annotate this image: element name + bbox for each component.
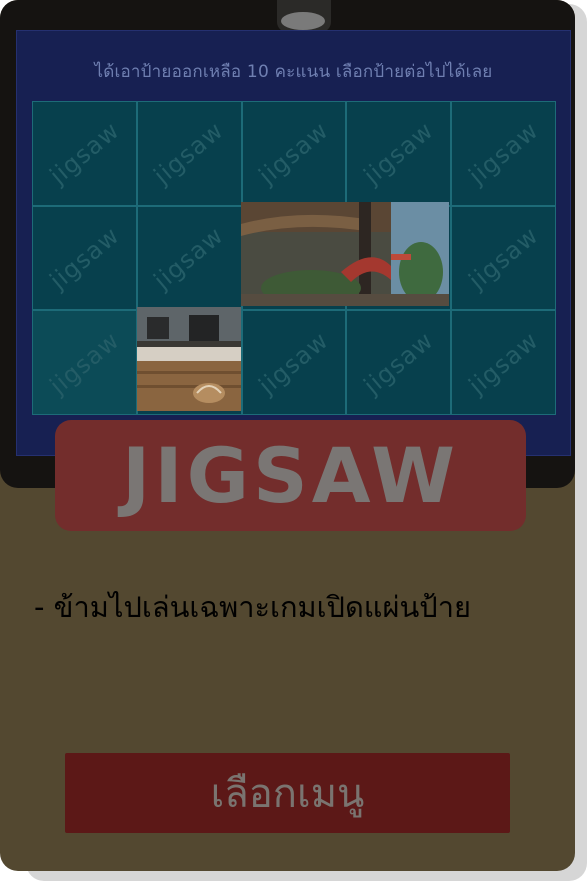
tile-watermark: jigsaw [253, 116, 335, 191]
game-screen-frame: ได้เอาป้ายออกเหลือ 10 คะแนน เลือกป้ายต่อ… [0, 0, 575, 488]
tile-11[interactable]: jigsaw [33, 311, 136, 414]
tile-watermark: jigsaw [358, 116, 439, 191]
tile-watermark: jigsaw [463, 325, 544, 400]
game-status-text: ได้เอาป้ายออกเหลือ 10 คะแนน เลือกป้ายต่อ… [94, 62, 493, 82]
tile-14[interactable]: jigsaw [347, 311, 451, 414]
tile-watermark: jigsaw [44, 325, 125, 400]
tile-watermark: jigsaw [463, 116, 544, 191]
tile-6[interactable]: jigsaw [33, 206, 136, 310]
tile-10[interactable]: jigsaw [452, 206, 555, 310]
tile-watermark: jigsaw [253, 325, 335, 400]
revealed-photo-counter [137, 307, 241, 411]
tile-watermark: jigsaw [44, 116, 125, 191]
revealed-photo-waterpark [241, 202, 449, 306]
tile-2[interactable]: jigsaw [137, 102, 241, 205]
tile-5[interactable]: jigsaw [452, 102, 555, 205]
game-panel: ได้เอาป้ายออกเหลือ 10 คะแนน เลือกป้ายต่อ… [16, 30, 571, 456]
tile-watermark: jigsaw [44, 221, 125, 295]
camera-icon [281, 12, 325, 30]
category-description: - ข้ามไปเล่นเฉพาะเกมเปิดแผ่นป้าย [34, 590, 471, 624]
tile-3[interactable]: jigsaw [242, 102, 346, 205]
tile-watermark: jigsaw [149, 116, 230, 191]
tile-4[interactable]: jigsaw [347, 102, 451, 205]
tile-watermark: jigsaw [149, 221, 230, 295]
tile-1[interactable]: jigsaw [33, 102, 136, 205]
category-title: JIGSAW [122, 431, 459, 520]
tile-7[interactable]: jigsaw [137, 206, 241, 310]
tile-watermark: jigsaw [463, 221, 544, 295]
select-menu-button[interactable]: เลือกเมนู [65, 753, 510, 833]
game-dialog-card: ได้เอาป้ายออกเหลือ 10 คะแนน เลือกป้ายต่อ… [0, 0, 575, 871]
category-label-box: JIGSAW [55, 420, 526, 531]
tile-15[interactable]: jigsaw [452, 311, 555, 414]
tile-watermark: jigsaw [358, 325, 439, 400]
tile-13[interactable]: jigsaw [242, 311, 346, 414]
